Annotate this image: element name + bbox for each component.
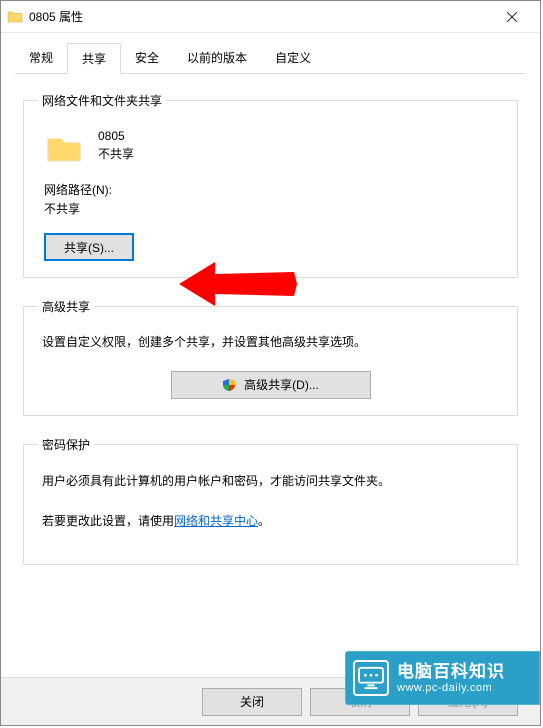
close-button[interactable] [490, 2, 534, 32]
tab-share[interactable]: 共享 [67, 43, 121, 74]
folder-icon [7, 9, 23, 25]
password-legend: 密码保护 [38, 436, 94, 453]
advanced-share-button[interactable]: 高级共享(D)... [171, 371, 371, 399]
advanced-share-button-label: 高级共享(D)... [244, 376, 319, 393]
share-button[interactable]: 共享(S)... [44, 233, 134, 261]
network-sharing-center-link[interactable]: 网络和共享中心 [174, 514, 258, 528]
cancel-button[interactable]: 取消 [310, 688, 410, 716]
tab-general[interactable]: 常规 [15, 43, 67, 74]
titlebar[interactable]: 0805 属性 [1, 1, 540, 33]
shield-icon [222, 378, 236, 392]
password-text-2-prefix: 若要更改此设置，请使用 [42, 514, 174, 528]
close-dialog-button[interactable]: 关闭 [202, 688, 302, 716]
tab-strip: 常规 共享 安全 以前的版本 自定义 [1, 43, 540, 74]
password-group: 密码保护 用户必须具有此计算机的用户帐户和密码，才能访问共享文件夹。 若要更改此… [23, 436, 518, 565]
network-share-legend: 网络文件和文件夹共享 [38, 92, 166, 109]
password-text-2-suffix: 。 [258, 514, 270, 528]
dialog-footer: 关闭 取消 应用(A) [1, 677, 540, 725]
share-folder-icon [44, 127, 84, 167]
share-status: 不共享 [98, 145, 134, 163]
apply-button[interactable]: 应用(A) [418, 688, 518, 716]
tab-security[interactable]: 安全 [121, 43, 173, 74]
network-path-label: 网络路径(N): [44, 181, 503, 200]
network-share-group: 网络文件和文件夹共享 0805 不共享 网络路径(N): 不共享 共享(S [23, 92, 518, 278]
window-title: 0805 属性 [29, 8, 490, 25]
tab-custom[interactable]: 自定义 [261, 43, 325, 74]
share-folder-name: 0805 [98, 127, 134, 145]
tab-content: 网络文件和文件夹共享 0805 不共享 网络路径(N): 不共享 共享(S [1, 74, 540, 595]
close-icon [507, 12, 517, 22]
tab-previous-versions[interactable]: 以前的版本 [173, 43, 261, 74]
advanced-share-description: 设置自定义权限，创建多个共享，并设置其他高级共享选项。 [42, 333, 499, 352]
password-text-1: 用户必须具有此计算机的用户帐户和密码，才能访问共享文件夹。 [42, 471, 499, 491]
advanced-share-legend: 高级共享 [38, 298, 94, 315]
network-path-value: 不共享 [44, 200, 503, 219]
advanced-share-group: 高级共享 设置自定义权限，创建多个共享，并设置其他高级共享选项。 高级共享(D)… [23, 298, 518, 415]
properties-dialog: 0805 属性 常规 共享 安全 以前的版本 自定义 网络文件和文件夹共享 [0, 0, 541, 726]
